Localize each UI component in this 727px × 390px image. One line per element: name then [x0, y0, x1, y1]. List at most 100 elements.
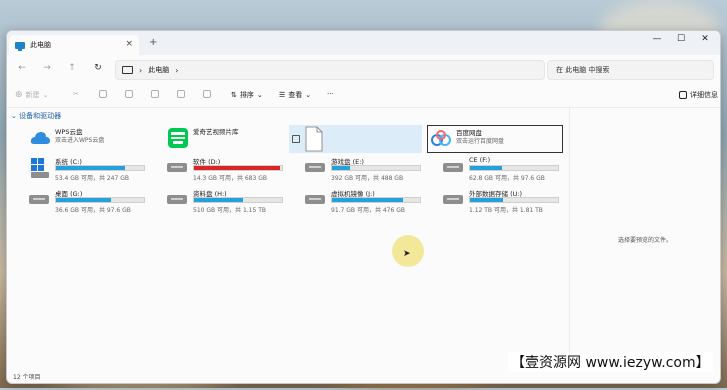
hard-drive-icon	[305, 195, 325, 204]
paste-shape	[125, 90, 133, 98]
chevron-right-icon[interactable]: ›	[175, 66, 178, 75]
share-icon[interactable]	[177, 90, 185, 98]
breadcrumb[interactable]: 此电脑	[148, 65, 169, 75]
cut-icon[interactable]: ✂	[73, 90, 79, 98]
drive-free: 36.6 GB 可用，共 97.6 GB	[55, 207, 131, 214]
new-label: 新建	[25, 91, 40, 99]
group-header-devices[interactable]: ⌄ 设备和驱动器	[11, 111, 61, 121]
drive-usage-fill	[194, 166, 281, 170]
drive-free: 392 GB 可用，共 488 GB	[331, 175, 404, 182]
drive-usage-bar	[193, 197, 283, 203]
drive-u[interactable]: 外部数据存储 (U:) 1.12 TB 可用，共 1.81 TB	[441, 187, 576, 215]
close-button[interactable]: ✕	[695, 34, 715, 44]
view-button[interactable]: ☰ 查看 ⌄	[279, 90, 311, 100]
drive-usage-fill	[332, 166, 350, 170]
new-button[interactable]: ⊕ 新建 ⌄	[15, 90, 48, 100]
details-label: 详细信息	[690, 91, 718, 99]
drive-usage-bar	[193, 165, 283, 171]
rename-icon[interactable]	[151, 90, 159, 98]
baidu-netdisk-icon	[431, 130, 451, 146]
sort-button[interactable]: ⇅ 排序 ⌄	[231, 90, 263, 100]
drive-free: 53.4 GB 可用，共 247 GB	[55, 175, 129, 182]
computer-icon	[15, 41, 25, 51]
windows-drive-icon	[31, 158, 49, 178]
baidu-netdisk-item[interactable]: 百度网盘 双击运行百度网盘	[427, 125, 563, 153]
chevron-down-icon: ⌄	[256, 91, 263, 99]
plus-circle-icon: ⊕	[15, 90, 23, 100]
delete-shape	[203, 90, 211, 98]
details-pane-icon	[679, 91, 687, 99]
sort-icon: ⇅	[231, 91, 237, 99]
tab-label: 此电脑	[30, 41, 51, 49]
file-item-hover[interactable]	[289, 125, 422, 153]
details-message: 选择要预览的文件。	[617, 237, 672, 244]
status-bar-count: 12 个项目	[13, 374, 41, 381]
hard-drive-icon	[443, 195, 463, 204]
chevron-down-icon: ⌄	[42, 91, 49, 99]
view-icon: ☰	[279, 91, 286, 99]
item-sub: 双击进入WPS云盘	[55, 137, 105, 144]
iqiyi-logo-icon	[168, 128, 188, 148]
hard-drive-icon	[29, 195, 49, 204]
copy-icon[interactable]	[99, 90, 107, 98]
main-content: ⌄ 设备和驱动器 WPS云盘 双击进入WPS云盘 爱奇艺视频片库 ➤ 百度网盘 …	[7, 107, 567, 371]
new-tab-button[interactable]: +	[149, 37, 157, 48]
delete-icon[interactable]	[203, 90, 211, 98]
title-bar: 此电脑 × + — ☐ ✕	[7, 31, 720, 55]
watermark-text: 【壹资源网 www.iezyw.com】	[508, 352, 713, 372]
cloud-icon	[30, 132, 50, 144]
mouse-pointer-icon: ➤	[403, 249, 411, 259]
chevron-down-icon: ⌄	[305, 91, 312, 99]
item-sub: 双击运行百度网盘	[456, 138, 505, 145]
explorer-window: 此电脑 × + — ☐ ✕ ← → ↑ ↻ › 此电脑 › 在 此电脑 中搜索 …	[6, 30, 721, 384]
drive-d[interactable]: 软件 (D:) 14.3 GB 可用，共 683 GB	[165, 155, 300, 183]
forward-arrow-icon[interactable]: →	[40, 63, 54, 73]
drive-free: 62.8 GB 可用，共 97.6 GB	[469, 175, 545, 182]
chevron-right-icon: ›	[139, 65, 143, 75]
hard-drive-icon	[305, 163, 325, 172]
address-bar[interactable]: › 此电脑 ›	[115, 60, 545, 80]
drive-usage-fill	[194, 198, 244, 202]
drive-free: 1.12 TB 可用，共 1.81 TB	[469, 207, 543, 214]
drive-free: 510 GB 可用，共 1.15 TB	[193, 207, 266, 214]
minimize-button[interactable]: —	[647, 34, 667, 44]
drive-usage-bar	[469, 197, 559, 203]
drive-free: 91.7 GB 可用，共 476 GB	[331, 207, 405, 214]
drive-g[interactable]: 桌面 (G:) 36.6 GB 可用，共 97.6 GB	[27, 187, 162, 215]
drive-usage-bar	[469, 165, 559, 171]
wps-cloud-item[interactable]: WPS云盘 双击进入WPS云盘	[27, 125, 162, 153]
drive-e[interactable]: 游戏盘 (E:) 392 GB 可用，共 488 GB	[303, 155, 438, 183]
drive-c[interactable]: 系统 (C:) 53.4 GB 可用，共 247 GB	[27, 155, 162, 183]
tab-this-pc[interactable]: 此电脑 ×	[9, 35, 139, 55]
maximize-button[interactable]: ☐	[671, 34, 691, 44]
tab-close-icon[interactable]: ×	[125, 39, 133, 49]
paste-icon[interactable]	[125, 90, 133, 98]
drive-usage-bar	[55, 197, 145, 203]
drive-usage-fill	[470, 198, 504, 202]
item-name: 爱奇艺视频片库	[193, 128, 239, 136]
drive-h[interactable]: 资料盘 (H:) 510 GB 可用，共 1.15 TB	[165, 187, 300, 215]
drive-j[interactable]: 虚拟机镜像 (J:) 91.7 GB 可用，共 476 GB	[303, 187, 438, 215]
up-arrow-icon[interactable]: ↑	[65, 63, 79, 73]
iqiyi-library-item[interactable]: 爱奇艺视频片库	[165, 125, 300, 153]
hard-drive-icon	[167, 195, 187, 204]
search-input[interactable]: 在 此电脑 中搜索	[547, 60, 714, 80]
sort-label: 排序	[239, 91, 254, 99]
refresh-icon[interactable]: ↻	[91, 63, 105, 73]
drive-usage-fill	[470, 166, 502, 170]
drive-usage-bar	[331, 197, 421, 203]
details-button[interactable]: 详细信息	[679, 90, 718, 100]
chevron-down-icon: ⌄	[11, 112, 17, 120]
checkbox-icon[interactable]	[292, 135, 300, 143]
more-button[interactable]: ···	[327, 90, 334, 98]
search-placeholder: 在 此电脑 中搜索	[556, 66, 610, 74]
drive-f[interactable]: CE (F:) 62.8 GB 可用，共 97.6 GB	[441, 155, 576, 183]
rename-shape	[151, 90, 159, 98]
command-bar: ⊕ 新建 ⌄ ✂ ⇅ 排序 ⌄ ☰ 查看 ⌄ ··· 详细信息	[7, 85, 720, 108]
address-row: ← → ↑ ↻ › 此电脑 › 在 此电脑 中搜索	[7, 55, 720, 85]
copy-shape	[99, 90, 107, 98]
share-shape	[177, 90, 185, 98]
hard-drive-icon	[167, 163, 187, 172]
drive-usage-fill	[56, 198, 111, 202]
back-arrow-icon[interactable]: ←	[15, 63, 29, 73]
